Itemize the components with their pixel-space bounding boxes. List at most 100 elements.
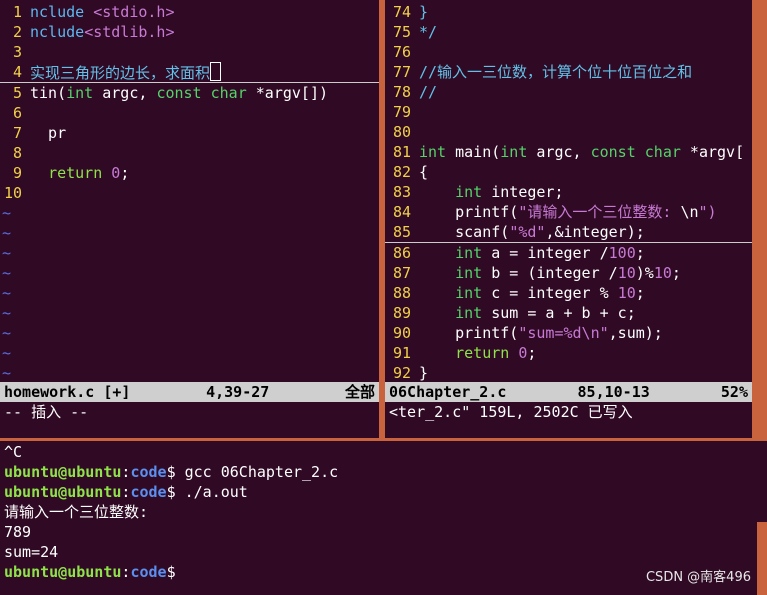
right-code-line[interactable]: 89 int sum = a + b + c; [385, 303, 752, 323]
right-code-line[interactable]: 74} [385, 2, 752, 22]
code-token: c = integer % [482, 284, 618, 302]
code-text: // [419, 82, 437, 102]
code-text: nclude <stdio.h> [30, 2, 175, 22]
right-code-line[interactable]: 88 int c = integer % 10; [385, 283, 752, 303]
code-token: int [455, 284, 483, 302]
line-number: 9 [12, 164, 22, 182]
code-token: tin( [30, 84, 67, 102]
right-code-line[interactable]: 86 int a = integer /100; [385, 243, 752, 263]
right-code-line[interactable]: 85 scanf("%d",&integer); [385, 222, 752, 243]
left-code-line[interactable]: 9 return 0; [0, 163, 379, 183]
right-code-line[interactable]: 84 printf("请输入一个三位整数: \n") [385, 202, 752, 222]
code-text: int c = integer % 10; [419, 283, 645, 303]
left-code-area[interactable]: 1 nclude <stdio.h> 2 nclude<stdlib.h> 3 4 实现三角… [0, 2, 379, 383]
line-number: 8 [12, 144, 22, 162]
code-token: printf( [419, 203, 519, 221]
right-code-line[interactable]: 87 int b = (integer /10)%10; [385, 263, 752, 283]
right-code-line[interactable]: 80 [385, 122, 752, 142]
right-code-line[interactable]: 82 { [385, 162, 752, 182]
code-token: printf( [419, 324, 519, 342]
empty-buffer-line: ~ [2, 244, 12, 262]
right-code-line[interactable]: 81 int main(int argc, const char *argv[ [385, 142, 752, 162]
code-text: int sum = a + b + c; [419, 303, 636, 323]
prompt-user: ubuntu@ubuntu [4, 463, 122, 481]
left-code-line[interactable]: 1 nclude <stdio.h> [0, 2, 379, 22]
line-number: 1 [12, 3, 22, 21]
line-number: 77 [392, 63, 411, 81]
code-token: */ [419, 23, 438, 41]
code-token: a = integer / [482, 244, 609, 262]
code-text: return 0; [30, 163, 129, 183]
vim-pane-left[interactable]: 1 nclude <stdio.h> 2 nclude<stdlib.h> 3 4 实现三角… [0, 0, 379, 438]
left-code-line[interactable]: 5 tin(int argc, const char *argv[]) [0, 83, 379, 103]
terminal-scrollbar[interactable] [757, 522, 767, 595]
empty-buffer-line: ~ [2, 304, 12, 322]
text-cursor [210, 62, 222, 81]
right-code-line[interactable]: 78 // [385, 82, 752, 102]
code-token: int [419, 143, 447, 161]
code-token: int [455, 183, 483, 201]
code-token: integer; [482, 183, 564, 201]
left-code-line[interactable]: 8 [0, 143, 379, 163]
code-token: 10 [617, 264, 636, 282]
code-token: } [419, 3, 429, 21]
line-number: 10 [3, 184, 22, 202]
code-token: 实现三角形的边长，求面积 [30, 64, 211, 82]
prompt-path: code [130, 563, 167, 581]
left-code-line[interactable]: 4 实现三角形的边长，求面积 [0, 62, 379, 83]
line-number: 4 [12, 63, 22, 81]
terminal-command: $ ./a.out [166, 483, 248, 501]
right-code-area[interactable]: 74} 75 */76 77 //输入一三位数，计算个位十位百位之和 78//79 80 81… [385, 2, 752, 383]
empty-buffer-line: ~ [2, 344, 12, 362]
left-code-line[interactable]: 6 [0, 103, 379, 123]
code-text: scanf("%d",&integer); [419, 222, 645, 242]
code-token: int [455, 264, 483, 282]
code-token: { [419, 163, 429, 181]
terminal-line: ubuntu@ubuntu:code$ [4, 562, 757, 582]
code-text: int a = integer /100; [419, 243, 645, 263]
terminal-command: $ gcc 06Chapter_2.c [166, 463, 339, 481]
code-token: return [455, 344, 510, 362]
code-token: nclude [30, 3, 94, 21]
right-code-line[interactable]: 90 printf("sum=%d\n",sum); [385, 323, 752, 343]
code-token: <stdio.h> [93, 3, 175, 21]
right-status-scroll: 52% [720, 383, 748, 401]
left-status-bar: homework.c [+] 4,39-27 全部 [0, 382, 379, 402]
code-text: */ [419, 22, 437, 42]
left-code-line[interactable]: 10 [0, 183, 379, 203]
left-code-line[interactable]: 7 pr [0, 123, 379, 143]
left-code-line[interactable]: 2 nclude<stdlib.h> [0, 22, 379, 42]
left-status-pos: 4,39-27 [206, 383, 270, 401]
vim-pane-right[interactable]: 74} 75 */76 77 //输入一三位数，计算个位十位百位之和 78//79 80 81… [385, 0, 752, 438]
code-text: int b = (integer /10)%10; [419, 263, 681, 283]
right-code-line[interactable]: 91 return 0; [385, 343, 752, 363]
code-token: *argv[ [680, 143, 745, 161]
right-code-line[interactable]: 79 [385, 102, 752, 122]
right-code-line[interactable]: 92} [385, 363, 752, 383]
right-code-line[interactable]: 76 [385, 42, 752, 62]
left-code-line[interactable]: 3 [0, 42, 379, 62]
right-code-line[interactable]: 83 int integer; [385, 182, 752, 202]
horizontal-split-divider[interactable] [0, 438, 767, 441]
terminal-output[interactable]: ^C ubuntu@ubuntu:code$ gcc 06Chapter_2.c u… [4, 442, 757, 582]
empty-buffer-line: ~ [2, 324, 12, 342]
prompt-user: ubuntu@ubuntu [4, 563, 122, 581]
code-token: //输入一三位数，计算个位十位百位之和 [419, 63, 693, 81]
right-status-file: 06Chapter_2.c [389, 383, 507, 401]
code-text: //输入一三位数，计算个位十位百位之和 [419, 62, 692, 82]
code-token: pr [30, 124, 67, 142]
right-code-line[interactable]: 77 //输入一三位数，计算个位十位百位之和 [385, 62, 752, 82]
line-number: 76 [392, 43, 411, 61]
empty-buffer-line: ~ [2, 264, 12, 282]
right-code-line[interactable]: 75 */ [385, 22, 752, 42]
line-number: 85 [392, 223, 411, 241]
code-token: argc, [527, 143, 591, 161]
line-number: 2 [12, 23, 22, 41]
